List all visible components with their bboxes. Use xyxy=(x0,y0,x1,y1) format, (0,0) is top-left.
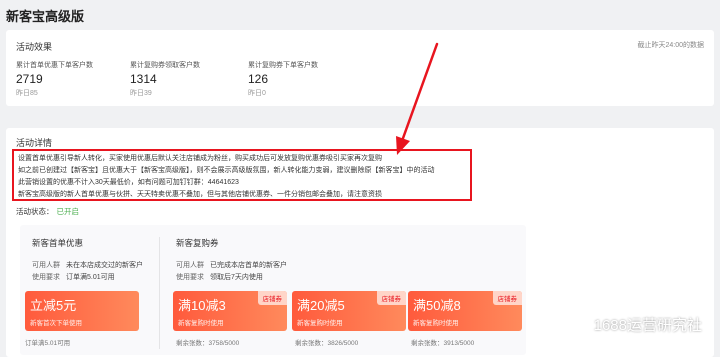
description-line: 如之前已创建过【新客宝】且优惠大于【新客宝高级版】，则不会展示高级版氛围，新人转… xyxy=(18,167,435,174)
coupon-tag: 店铺券 xyxy=(492,291,522,305)
description-highlight-box: 设置首单优惠引导新人转化，买家使用优惠后默认关注店铺成为粉丝，购买成功后可发放复… xyxy=(12,149,472,201)
rule-value: 领取后7天内使用 xyxy=(210,274,263,281)
coupon-amount: 满10减3 xyxy=(178,298,226,313)
page-title: 新客宝高级版 xyxy=(6,9,85,24)
stat-coupon-order-customers: 累计复购券下单客户数 126 昨日0 xyxy=(248,60,318,98)
effect-section-title: 活动效果 xyxy=(16,42,53,52)
coupon-remaining: 剩余张数：3913/5000 xyxy=(411,340,475,347)
stat-coupon-claimed-customers: 累计复购券领取客户数 1314 昨日39 xyxy=(130,60,200,98)
coupon-subtitle: 新客首次下单使用 xyxy=(30,320,82,327)
activity-effect-card: 活动效果 截止昨天24:00的数据 累计首单优惠下单客户数 2719 昨日85 … xyxy=(6,30,714,106)
stat-label: 累计复购券下单客户数 xyxy=(248,62,318,69)
coupon-subtitle: 新客复购时使用 xyxy=(178,320,224,327)
repurchase-coupon-1[interactable]: 满10减3 店铺券 新客复购时使用 xyxy=(173,291,287,331)
detail-section-title: 活动详情 xyxy=(16,138,53,148)
coupon-tag: 店铺券 xyxy=(257,291,287,305)
activity-status: 活动状态： 已开启 xyxy=(16,206,79,217)
repurchase-title: 新客复购券 xyxy=(176,238,219,248)
status-label: 活动状态： xyxy=(16,207,54,216)
repurchase-target: 可用人群 已完成本店首单的新客户 xyxy=(176,260,287,270)
coupon-amount: 满20减5 xyxy=(297,298,345,313)
coupon-remaining: 剩余张数：3758/5000 xyxy=(176,340,240,347)
rule-value: 未在本店成交过的新客户 xyxy=(66,262,143,269)
stat-value: 2719 xyxy=(16,72,43,86)
description-line: 设置首单优惠引导新人转化，买家使用优惠后默认关注店铺成为粉丝，购买成功后可发放复… xyxy=(18,155,382,162)
wechat-icon xyxy=(566,317,588,332)
coupon-subtitle: 新客复购时使用 xyxy=(297,320,343,327)
rule-value: 已完成本店首单的新客户 xyxy=(210,262,287,269)
coupon-subtitle: 新客复购时使用 xyxy=(413,320,459,327)
coupon-tag: 店铺券 xyxy=(376,291,406,305)
stat-yesterday: 昨日85 xyxy=(16,90,38,97)
rule-value: 订单满5.01可用 xyxy=(66,274,115,281)
stat-label: 累计首单优惠下单客户数 xyxy=(16,62,93,69)
watermark: 1688运营研究社 xyxy=(566,314,702,335)
status-badge: 已开启 xyxy=(56,207,80,216)
data-updated-note: 截止昨天24:00的数据 xyxy=(637,42,704,49)
first-order-target: 可用人群 未在本店成交过的新客户 xyxy=(32,260,143,270)
stat-value: 126 xyxy=(248,72,269,86)
stat-label: 累计复购券领取客户数 xyxy=(130,62,200,69)
repurchase-coupon-3[interactable]: 满50减8 店铺券 新客复购时使用 xyxy=(408,291,522,331)
coupon-panel: 新客首单优惠 可用人群 未在本店成交过的新客户 使用要求 订单满5.01可用 立减5… xyxy=(20,225,526,355)
rule-key: 可用人群 xyxy=(32,262,60,269)
repurchase-requirement: 使用要求 领取后7天内使用 xyxy=(176,272,263,282)
rule-key: 使用要求 xyxy=(32,274,60,281)
first-order-coupon[interactable]: 立减5元 新客首次下单使用 xyxy=(25,291,139,331)
coupon-remaining: 剩余张数：3826/5000 xyxy=(295,340,359,347)
stat-value: 1314 xyxy=(130,72,157,86)
stat-first-order-customers: 累计首单优惠下单客户数 2719 昨日85 xyxy=(16,60,93,98)
coupon-amount: 满50减8 xyxy=(413,298,461,313)
stat-yesterday: 昨日39 xyxy=(130,90,152,97)
rule-key: 使用要求 xyxy=(176,274,204,281)
watermark-text: 1688运营研究社 xyxy=(593,317,702,334)
coupon-amount: 立减5元 xyxy=(30,298,77,313)
first-order-requirement: 使用要求 订单满5.01可用 xyxy=(32,272,115,282)
first-order-title: 新客首单优惠 xyxy=(32,238,84,248)
repurchase-coupon-2[interactable]: 满20减5 店铺券 新客复购时使用 xyxy=(292,291,406,331)
description-line: 此营销设置的优惠不计入30天最低价，如有问题可加钉钉群：44641623 xyxy=(18,179,239,186)
panel-divider xyxy=(159,237,160,349)
first-order-footer: 订单满5.01可用 xyxy=(25,340,71,347)
description-line: 新客宝高级版的新人首单优惠与伙拼、天天特卖优惠不叠加，但与其他店铺优惠券、一件分… xyxy=(18,191,382,198)
rule-key: 可用人群 xyxy=(176,262,204,269)
stat-yesterday: 昨日0 xyxy=(248,90,266,97)
